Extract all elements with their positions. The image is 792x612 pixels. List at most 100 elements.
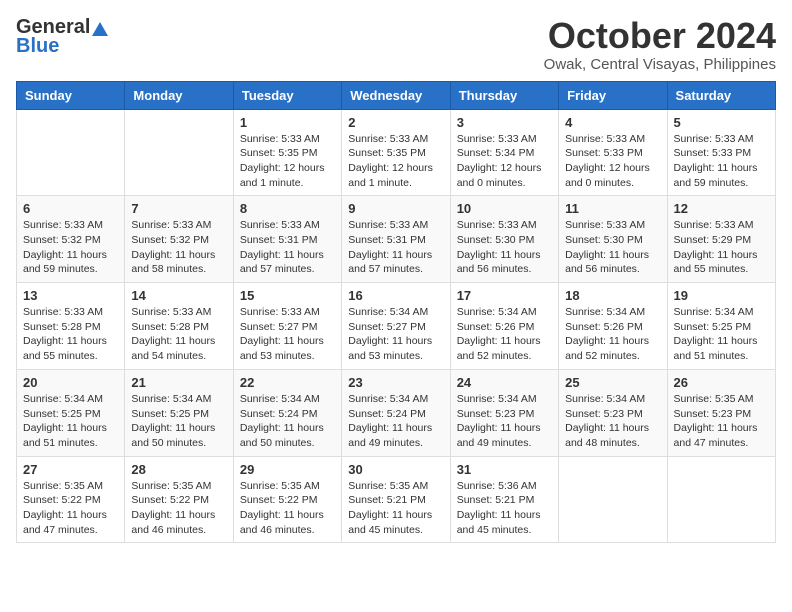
day-number: 16 xyxy=(348,288,443,303)
calendar-week-row: 27 Sunrise: 5:35 AM Sunset: 5:22 PM Dayli… xyxy=(17,456,776,543)
day-detail: Sunrise: 5:33 AM Sunset: 5:33 PM Dayligh… xyxy=(565,132,660,191)
day-number: 17 xyxy=(457,288,552,303)
month-title: October 2024 xyxy=(544,16,776,56)
calendar-cell xyxy=(559,456,667,543)
calendar-cell: 17 Sunrise: 5:34 AM Sunset: 5:26 PM Dayli… xyxy=(450,283,558,370)
calendar-cell: 2 Sunrise: 5:33 AM Sunset: 5:35 PM Daylig… xyxy=(342,109,450,196)
calendar-cell: 23 Sunrise: 5:34 AM Sunset: 5:24 PM Dayli… xyxy=(342,369,450,456)
logo: General Blue xyxy=(16,16,108,58)
day-number: 20 xyxy=(23,375,118,390)
day-number: 22 xyxy=(240,375,335,390)
day-number: 27 xyxy=(23,462,118,477)
calendar-cell xyxy=(17,109,125,196)
day-detail: Sunrise: 5:35 AM Sunset: 5:23 PM Dayligh… xyxy=(674,392,769,451)
day-number: 29 xyxy=(240,462,335,477)
calendar-cell: 22 Sunrise: 5:34 AM Sunset: 5:24 PM Dayli… xyxy=(233,369,341,456)
day-detail: Sunrise: 5:33 AM Sunset: 5:31 PM Dayligh… xyxy=(348,218,443,277)
day-number: 31 xyxy=(457,462,552,477)
day-detail: Sunrise: 5:33 AM Sunset: 5:30 PM Dayligh… xyxy=(457,218,552,277)
day-detail: Sunrise: 5:33 AM Sunset: 5:33 PM Dayligh… xyxy=(674,132,769,191)
calendar-cell: 28 Sunrise: 5:35 AM Sunset: 5:22 PM Dayli… xyxy=(125,456,233,543)
day-detail: Sunrise: 5:34 AM Sunset: 5:25 PM Dayligh… xyxy=(23,392,118,451)
day-number: 30 xyxy=(348,462,443,477)
calendar-cell: 7 Sunrise: 5:33 AM Sunset: 5:32 PM Daylig… xyxy=(125,196,233,283)
day-detail: Sunrise: 5:35 AM Sunset: 5:21 PM Dayligh… xyxy=(348,479,443,538)
calendar-cell: 18 Sunrise: 5:34 AM Sunset: 5:26 PM Dayli… xyxy=(559,283,667,370)
day-detail: Sunrise: 5:33 AM Sunset: 5:28 PM Dayligh… xyxy=(131,305,226,364)
day-detail: Sunrise: 5:34 AM Sunset: 5:26 PM Dayligh… xyxy=(565,305,660,364)
day-detail: Sunrise: 5:33 AM Sunset: 5:31 PM Dayligh… xyxy=(240,218,335,277)
day-number: 4 xyxy=(565,115,660,130)
calendar-cell: 31 Sunrise: 5:36 AM Sunset: 5:21 PM Dayli… xyxy=(450,456,558,543)
day-number: 8 xyxy=(240,201,335,216)
day-detail: Sunrise: 5:34 AM Sunset: 5:25 PM Dayligh… xyxy=(674,305,769,364)
day-detail: Sunrise: 5:33 AM Sunset: 5:29 PM Dayligh… xyxy=(674,218,769,277)
calendar-header-row: SundayMondayTuesdayWednesdayThursdayFrid… xyxy=(17,81,776,109)
calendar-cell: 11Sunrise: 5:33 AM Sunset: 5:30 PM Dayli… xyxy=(559,196,667,283)
calendar-week-row: 20 Sunrise: 5:34 AM Sunset: 5:25 PM Dayli… xyxy=(17,369,776,456)
calendar-cell: 9 Sunrise: 5:33 AM Sunset: 5:31 PM Daylig… xyxy=(342,196,450,283)
calendar-cell xyxy=(667,456,775,543)
day-detail: Sunrise: 5:34 AM Sunset: 5:25 PM Dayligh… xyxy=(131,392,226,451)
day-number: 13 xyxy=(23,288,118,303)
calendar-cell: 29Sunrise: 5:35 AM Sunset: 5:22 PM Dayli… xyxy=(233,456,341,543)
day-number: 24 xyxy=(457,375,552,390)
location-title: Owak, Central Visayas, Philippines xyxy=(544,56,776,73)
calendar-cell: 27 Sunrise: 5:35 AM Sunset: 5:22 PM Dayli… xyxy=(17,456,125,543)
calendar-cell: 24 Sunrise: 5:34 AM Sunset: 5:23 PM Dayli… xyxy=(450,369,558,456)
day-number: 9 xyxy=(348,201,443,216)
day-detail: Sunrise: 5:34 AM Sunset: 5:26 PM Dayligh… xyxy=(457,305,552,364)
day-number: 10 xyxy=(457,201,552,216)
logo-blue-text: Blue xyxy=(16,35,59,58)
day-number: 18 xyxy=(565,288,660,303)
column-header-monday: Monday xyxy=(125,81,233,109)
calendar-cell: 14 Sunrise: 5:33 AM Sunset: 5:28 PM Dayli… xyxy=(125,283,233,370)
calendar-cell: 8 Sunrise: 5:33 AM Sunset: 5:31 PM Daylig… xyxy=(233,196,341,283)
calendar-week-row: 13 Sunrise: 5:33 AM Sunset: 5:28 PM Dayli… xyxy=(17,283,776,370)
calendar-cell: 1Sunrise: 5:33 AM Sunset: 5:35 PM Daylig… xyxy=(233,109,341,196)
day-detail: Sunrise: 5:33 AM Sunset: 5:30 PM Dayligh… xyxy=(565,218,660,277)
day-detail: Sunrise: 5:33 AM Sunset: 5:27 PM Dayligh… xyxy=(240,305,335,364)
day-detail: Sunrise: 5:33 AM Sunset: 5:35 PM Dayligh… xyxy=(348,132,443,191)
day-detail: Sunrise: 5:33 AM Sunset: 5:34 PM Dayligh… xyxy=(457,132,552,191)
day-detail: Sunrise: 5:35 AM Sunset: 5:22 PM Dayligh… xyxy=(23,479,118,538)
calendar-week-row: 6 Sunrise: 5:33 AM Sunset: 5:32 PM Daylig… xyxy=(17,196,776,283)
calendar-cell: 13 Sunrise: 5:33 AM Sunset: 5:28 PM Dayli… xyxy=(17,283,125,370)
day-detail: Sunrise: 5:36 AM Sunset: 5:21 PM Dayligh… xyxy=(457,479,552,538)
day-detail: Sunrise: 5:33 AM Sunset: 5:32 PM Dayligh… xyxy=(131,218,226,277)
calendar-cell xyxy=(125,109,233,196)
day-detail: Sunrise: 5:34 AM Sunset: 5:23 PM Dayligh… xyxy=(457,392,552,451)
day-number: 25 xyxy=(565,375,660,390)
logo-triangle-icon xyxy=(92,22,108,36)
day-number: 14 xyxy=(131,288,226,303)
day-detail: Sunrise: 5:33 AM Sunset: 5:32 PM Dayligh… xyxy=(23,218,118,277)
day-number: 2 xyxy=(348,115,443,130)
calendar-table: SundayMondayTuesdayWednesdayThursdayFrid… xyxy=(16,81,776,544)
calendar-cell: 15 Sunrise: 5:33 AM Sunset: 5:27 PM Dayli… xyxy=(233,283,341,370)
day-number: 28 xyxy=(131,462,226,477)
day-number: 15 xyxy=(240,288,335,303)
calendar-cell: 5 Sunrise: 5:33 AM Sunset: 5:33 PM Daylig… xyxy=(667,109,775,196)
calendar-cell: 30 Sunrise: 5:35 AM Sunset: 5:21 PM Dayli… xyxy=(342,456,450,543)
day-number: 7 xyxy=(131,201,226,216)
day-detail: Sunrise: 5:33 AM Sunset: 5:28 PM Dayligh… xyxy=(23,305,118,364)
day-detail: Sunrise: 5:35 AM Sunset: 5:22 PM Dayligh… xyxy=(131,479,226,538)
day-number: 26 xyxy=(674,375,769,390)
calendar-cell: 16 Sunrise: 5:34 AM Sunset: 5:27 PM Dayli… xyxy=(342,283,450,370)
title-area: October 2024 Owak, Central Visayas, Phil… xyxy=(544,16,776,73)
calendar-cell: 21Sunrise: 5:34 AM Sunset: 5:25 PM Dayli… xyxy=(125,369,233,456)
day-number: 6 xyxy=(23,201,118,216)
calendar-cell: 4 Sunrise: 5:33 AM Sunset: 5:33 PM Daylig… xyxy=(559,109,667,196)
day-detail: Sunrise: 5:34 AM Sunset: 5:24 PM Dayligh… xyxy=(240,392,335,451)
day-detail: Sunrise: 5:34 AM Sunset: 5:24 PM Dayligh… xyxy=(348,392,443,451)
column-header-wednesday: Wednesday xyxy=(342,81,450,109)
day-detail: Sunrise: 5:34 AM Sunset: 5:23 PM Dayligh… xyxy=(565,392,660,451)
calendar-cell: 10 Sunrise: 5:33 AM Sunset: 5:30 PM Dayli… xyxy=(450,196,558,283)
calendar-cell: 12Sunrise: 5:33 AM Sunset: 5:29 PM Dayli… xyxy=(667,196,775,283)
calendar-cell: 3Sunrise: 5:33 AM Sunset: 5:34 PM Daylig… xyxy=(450,109,558,196)
calendar-cell: 19 Sunrise: 5:34 AM Sunset: 5:25 PM Dayli… xyxy=(667,283,775,370)
day-number: 23 xyxy=(348,375,443,390)
day-number: 5 xyxy=(674,115,769,130)
day-detail: Sunrise: 5:34 AM Sunset: 5:27 PM Dayligh… xyxy=(348,305,443,364)
day-number: 19 xyxy=(674,288,769,303)
